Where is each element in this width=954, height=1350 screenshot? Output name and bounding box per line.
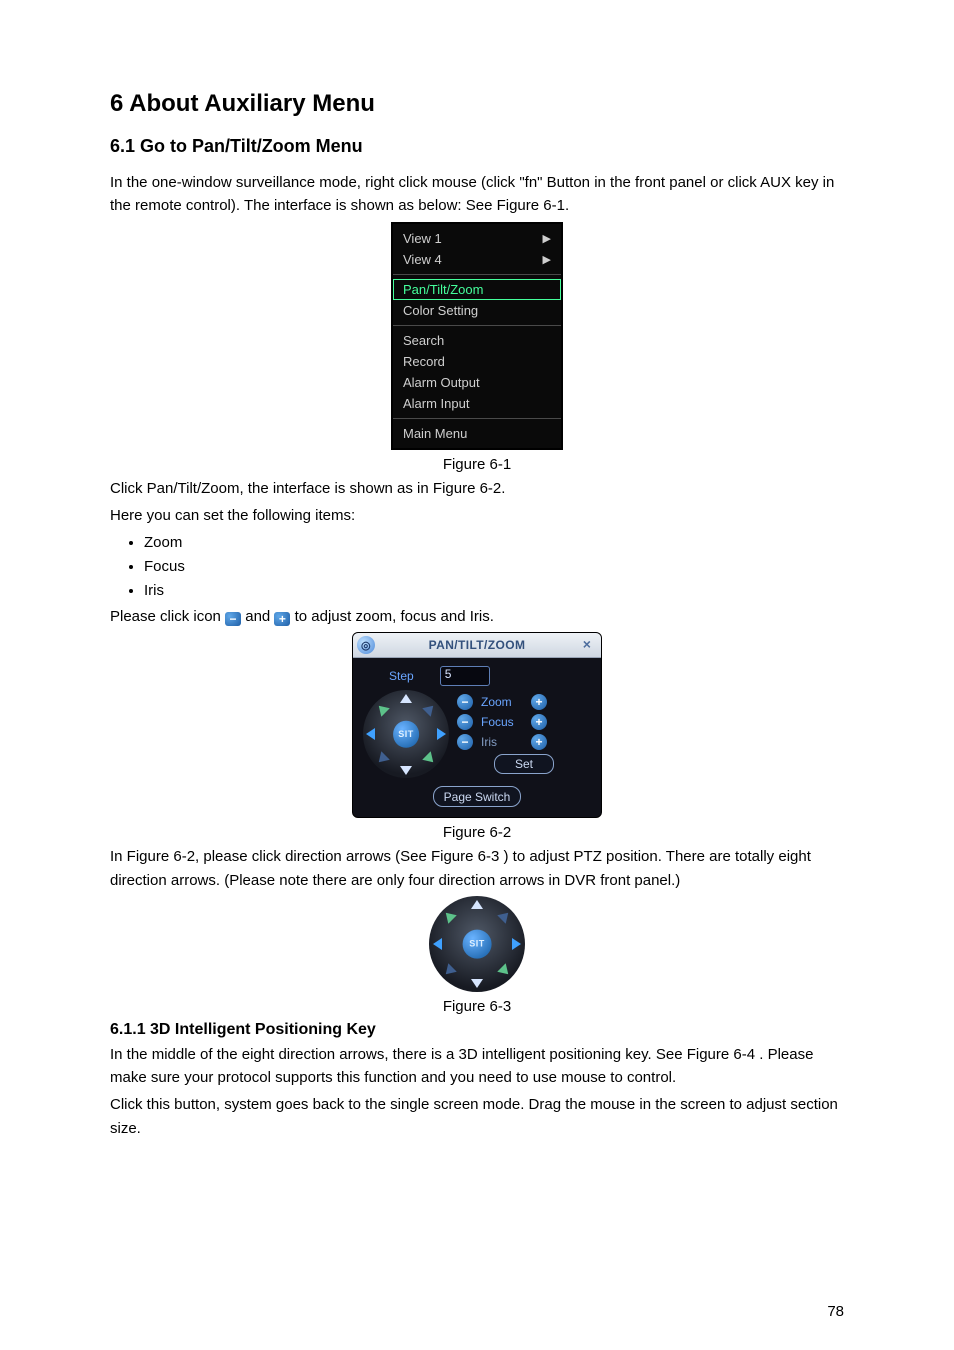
- heading-1: 6 About Auxiliary Menu: [110, 90, 844, 118]
- context-menu-label: Alarm Output: [403, 375, 480, 390]
- figure-6-3: SIT: [110, 896, 844, 992]
- arrow-down-icon[interactable]: [471, 979, 483, 988]
- context-menu-label: Color Setting: [403, 303, 478, 318]
- context-menu-item[interactable]: View 4 ▶: [393, 249, 561, 270]
- paragraph: Please click icon − and + to adjust zoom…: [110, 605, 844, 628]
- ptz-control-label: Focus: [481, 715, 523, 729]
- sit-button[interactable]: SIT: [463, 929, 492, 958]
- plus-icon: +: [274, 612, 290, 626]
- document-page: 6 About Auxiliary Menu 6.1 Go to Pan/Til…: [0, 0, 954, 1350]
- text: Please click icon: [110, 608, 225, 625]
- context-menu-item[interactable]: Alarm Output: [393, 372, 561, 393]
- paragraph: Here you can set the following items:: [110, 504, 844, 527]
- submenu-arrow-icon: ▶: [543, 253, 551, 266]
- step-row: Step 5: [353, 658, 601, 690]
- minus-icon: −: [225, 612, 241, 626]
- arrow-left-icon[interactable]: [433, 938, 442, 950]
- context-menu-item[interactable]: Record: [393, 351, 561, 372]
- context-menu-item[interactable]: Main Menu: [393, 423, 561, 444]
- page-number: 78: [827, 1303, 844, 1320]
- figure-caption: Figure 6-2: [110, 824, 844, 841]
- text: and: [245, 608, 274, 625]
- step-label: Step: [389, 669, 414, 683]
- ptz-control-label: Iris: [481, 735, 523, 749]
- context-menu-label: View 1: [403, 231, 442, 246]
- direction-pad[interactable]: SIT: [429, 896, 525, 992]
- arrow-right-icon[interactable]: [437, 728, 446, 740]
- bullet-list: ZoomFocusIris: [144, 531, 844, 603]
- list-item: Focus: [144, 555, 844, 579]
- paragraph: In Figure 6-2, please click direction ar…: [110, 845, 844, 892]
- ptz-control-row: −Iris +: [457, 734, 591, 750]
- plus-icon[interactable]: +: [531, 694, 547, 710]
- context-menu-label: Pan/Tilt/Zoom: [403, 282, 483, 297]
- sit-button[interactable]: SIT: [393, 721, 419, 747]
- context-menu-item[interactable]: Color Setting: [393, 300, 561, 321]
- minus-icon[interactable]: −: [457, 694, 473, 710]
- ptz-titlebar: ◎ PAN/TILT/ZOOM ×: [353, 633, 601, 658]
- paragraph: In the middle of the eight direction arr…: [110, 1043, 844, 1090]
- minus-icon[interactable]: −: [457, 714, 473, 730]
- text: to adjust zoom, focus and Iris.: [295, 608, 494, 625]
- arrow-up-icon[interactable]: [400, 694, 412, 703]
- figure-6-1: View 1 ▶ View 4 ▶ Pan/Tilt/Zoom Color Setting…: [110, 222, 844, 450]
- arrow-right-icon[interactable]: [512, 938, 521, 950]
- arrow-up-icon[interactable]: [471, 900, 483, 909]
- figure-caption: Figure 6-3: [110, 998, 844, 1015]
- paragraph: Click this button, system goes back to t…: [110, 1093, 844, 1140]
- context-menu-label: Record: [403, 354, 445, 369]
- minus-icon[interactable]: −: [457, 734, 473, 750]
- arrow-left-icon[interactable]: [366, 728, 375, 740]
- set-button[interactable]: Set: [494, 754, 554, 774]
- step-input[interactable]: 5: [440, 666, 490, 686]
- heading-3: 6.1.1 3D Intelligent Positioning Key: [110, 1021, 844, 1039]
- ptz-set-row: Set: [457, 754, 591, 774]
- submenu-arrow-icon: ▶: [543, 232, 551, 245]
- ptz-control-row: −Focus +: [457, 714, 591, 730]
- plus-icon[interactable]: +: [531, 714, 547, 730]
- context-menu-item[interactable]: Pan/Tilt/Zoom: [393, 279, 561, 300]
- ptz-title-text: PAN/TILT/ZOOM: [429, 638, 526, 652]
- arrow-down-icon[interactable]: [400, 766, 412, 775]
- ptz-control-row: −Zoom +: [457, 694, 591, 710]
- paragraph: In the one-window surveillance mode, rig…: [110, 171, 844, 218]
- ptz-controls: −Zoom+−Focus+−Iris+Set: [457, 694, 591, 774]
- paragraph: Click Pan/Tilt/Zoom, the interface is sh…: [110, 477, 844, 500]
- context-menu-label: Search: [403, 333, 444, 348]
- list-item: Zoom: [144, 531, 844, 555]
- context-menu[interactable]: View 1 ▶ View 4 ▶ Pan/Tilt/Zoom Color Setting…: [391, 222, 563, 450]
- context-menu-item[interactable]: Alarm Input: [393, 393, 561, 414]
- list-item: Iris: [144, 579, 844, 603]
- direction-pad[interactable]: SIT: [363, 690, 449, 778]
- context-menu-item[interactable]: View 1 ▶: [393, 228, 561, 249]
- plus-icon[interactable]: +: [531, 734, 547, 750]
- context-menu-label: View 4: [403, 252, 442, 267]
- context-menu-item[interactable]: Search: [393, 330, 561, 351]
- ptz-logo-icon: ◎: [357, 636, 375, 654]
- figure-caption: Figure 6-1: [110, 456, 844, 473]
- heading-2: 6.1 Go to Pan/Tilt/Zoom Menu: [110, 136, 844, 157]
- context-menu-label: Alarm Input: [403, 396, 469, 411]
- page-switch-button[interactable]: Page Switch: [433, 786, 522, 807]
- ptz-control-label: Zoom: [481, 695, 523, 709]
- close-icon[interactable]: ×: [579, 636, 595, 652]
- figure-6-2: ◎ PAN/TILT/ZOOM × Step 5: [110, 632, 844, 818]
- ptz-panel: ◎ PAN/TILT/ZOOM × Step 5: [352, 632, 602, 818]
- context-menu-label: Main Menu: [403, 426, 467, 441]
